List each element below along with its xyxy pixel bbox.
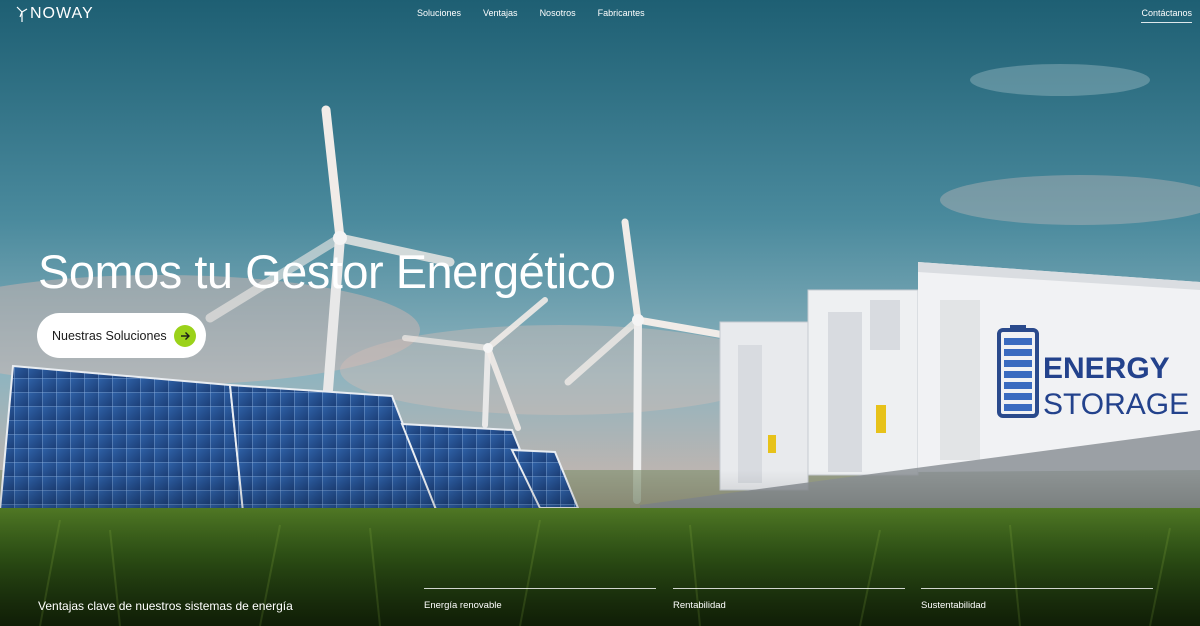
storage-sign-line1: ENERGY (1043, 352, 1170, 385)
benefit-renewable-energy[interactable]: Energía renovable (424, 588, 656, 611)
arrow-right-icon (174, 324, 196, 347)
benefit-profitability[interactable]: Rentabilidad (673, 588, 905, 611)
turbine-logo-icon (16, 6, 28, 22)
benefit-sustainability[interactable]: Sustentabilidad (921, 588, 1153, 611)
hero-headline: Somos tu Gestor Energético (38, 245, 616, 298)
solutions-button[interactable]: Nuestras Soluciones (37, 313, 206, 358)
nav-item-soluciones[interactable]: Soluciones (417, 8, 461, 18)
contact-link[interactable]: Contáctanos (1141, 8, 1192, 23)
nav-item-ventajas[interactable]: Ventajas (483, 8, 518, 18)
top-navigation-bar: NOWAY Soluciones Ventajas Nosotros Fabri… (0, 0, 1200, 30)
main-nav: Soluciones Ventajas Nosotros Fabricantes (417, 8, 667, 18)
nav-item-fabricantes[interactable]: Fabricantes (598, 8, 645, 18)
brand-logo[interactable]: NOWAY (16, 5, 94, 23)
storage-sign-line2: STORAGE (1043, 388, 1189, 421)
solutions-button-label: Nuestras Soluciones (52, 328, 167, 343)
benefits-title: Ventajas clave de nuestros sistemas de e… (38, 599, 293, 613)
brand-name: NOWAY (30, 5, 94, 22)
nav-item-nosotros[interactable]: Nosotros (540, 8, 576, 18)
